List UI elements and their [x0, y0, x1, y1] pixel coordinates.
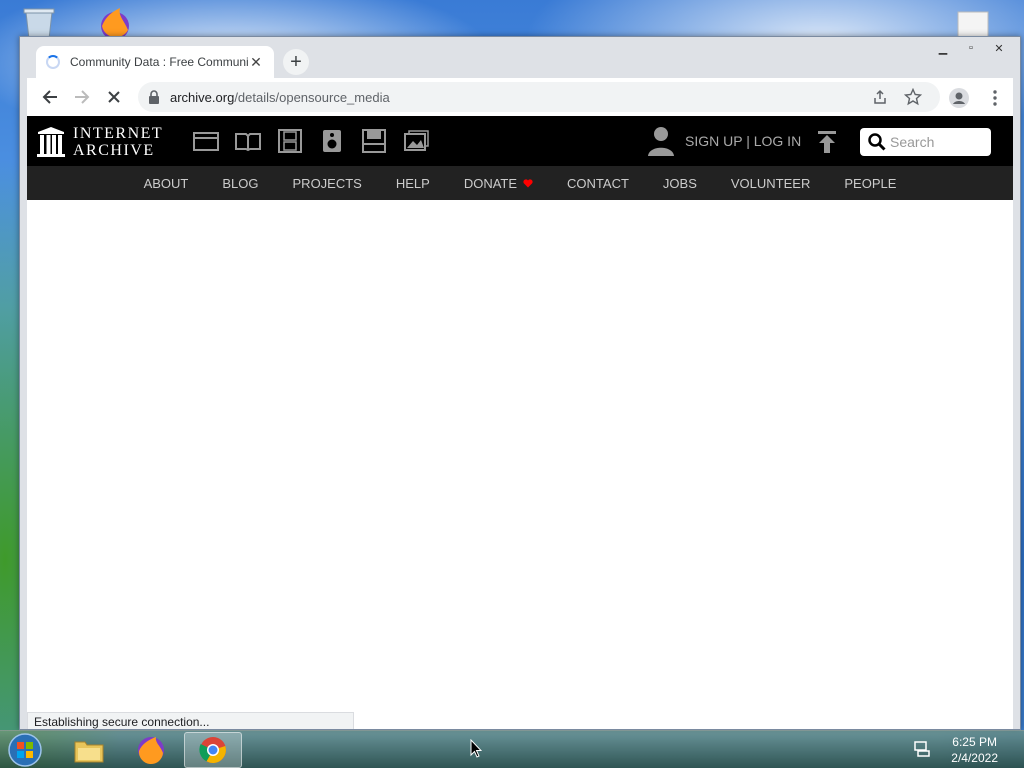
status-bubble: Establishing secure connection...: [27, 712, 354, 729]
ia-building-icon: [37, 127, 65, 157]
taskbar-firefox[interactable]: [122, 732, 180, 768]
window-controls: ▁ ▫ ✕: [930, 39, 1012, 57]
ia-header: INTERNET ARCHIVE SIGN UP | LOG IN Search: [27, 116, 1013, 166]
network-icon[interactable]: [913, 740, 931, 758]
clock-time: 6:25 PM: [952, 735, 997, 749]
tab-close-icon[interactable]: ✕: [248, 54, 264, 71]
nav-people[interactable]: PEOPLE: [827, 176, 913, 191]
back-arrow-icon: [42, 90, 57, 104]
back-button[interactable]: [34, 81, 66, 113]
stop-x-icon: [108, 91, 120, 103]
browser-window: ▁ ▫ ✕ Community Data : Free Community ✕ …: [19, 36, 1021, 730]
forward-button[interactable]: [66, 81, 98, 113]
logo-line2: ARCHIVE: [73, 142, 155, 159]
nav-donate-label: DONATE: [463, 175, 518, 191]
toolbar-right: [943, 82, 1013, 114]
texts-icon[interactable]: [235, 128, 261, 154]
audio-icon[interactable]: [319, 128, 345, 154]
nav-projects[interactable]: PROJECTS: [276, 176, 379, 191]
bookmark-star-icon[interactable]: [904, 88, 922, 106]
nav-help[interactable]: HELP: [379, 176, 447, 191]
url-path: /details/opensource_media: [234, 89, 390, 105]
taskbar-chrome[interactable]: [184, 732, 242, 768]
taskbar: 6:25 PM 2/4/2022: [0, 730, 1024, 768]
images-icon[interactable]: [403, 128, 429, 154]
new-tab-button[interactable]: +: [283, 49, 309, 75]
profile-icon: [949, 88, 969, 108]
heart-icon: [523, 178, 533, 187]
software-icon[interactable]: [361, 128, 387, 154]
mouse-cursor-icon: [470, 739, 482, 758]
loading-spinner-icon: [46, 55, 60, 69]
profile-button[interactable]: [943, 82, 975, 114]
user-icon[interactable]: [646, 125, 676, 157]
ia-nav-bar: ABOUT BLOG PROJECTS HELP DONATE CONTACT …: [27, 166, 1013, 200]
chrome-icon: [199, 737, 226, 764]
lock-icon: [149, 90, 159, 104]
tab-title: Community Data : Free Community: [70, 55, 248, 69]
clock-date: 2/4/2022: [951, 751, 998, 765]
search-placeholder: Search: [890, 134, 935, 150]
windows-start-icon: [8, 733, 42, 767]
logo-line1: INTERNET: [73, 125, 164, 142]
video-icon[interactable]: [277, 128, 303, 154]
restore-button[interactable]: ▫: [958, 39, 984, 57]
folder-icon: [74, 741, 104, 763]
kebab-menu-icon: [993, 90, 997, 106]
nav-contact[interactable]: CONTACT: [550, 176, 646, 191]
browser-toolbar: archive.org/details/opensource_media: [27, 78, 1013, 116]
system-clock[interactable]: 6:25 PM 2/4/2022: [951, 734, 998, 766]
search-icon: [868, 133, 886, 151]
web-icon[interactable]: [193, 128, 219, 154]
menu-button[interactable]: [979, 82, 1011, 114]
start-button[interactable]: [6, 733, 46, 767]
page-content: INTERNET ARCHIVE SIGN UP | LOG IN Search: [27, 116, 1013, 729]
address-bar[interactable]: archive.org/details/opensource_media: [138, 82, 940, 112]
share-icon[interactable]: [872, 89, 888, 105]
minimize-button[interactable]: ▁: [930, 39, 956, 57]
firefox-icon: [138, 737, 164, 765]
forward-arrow-icon: [75, 90, 90, 104]
ia-search-box[interactable]: Search: [860, 128, 991, 156]
taskbar-explorer[interactable]: [60, 732, 118, 768]
media-icons: [193, 128, 429, 154]
browser-tab[interactable]: Community Data : Free Community ✕: [36, 46, 274, 78]
upload-icon[interactable]: [816, 130, 838, 154]
nav-jobs[interactable]: JOBS: [646, 176, 714, 191]
url-host: archive.org: [170, 89, 235, 105]
close-window-button[interactable]: ✕: [986, 39, 1012, 57]
signin-link[interactable]: SIGN UP | LOG IN: [685, 133, 801, 149]
ia-logo[interactable]: INTERNET ARCHIVE: [37, 125, 163, 159]
stop-button[interactable]: [98, 81, 130, 113]
nav-about[interactable]: ABOUT: [127, 176, 206, 191]
nav-donate[interactable]: DONATE: [447, 176, 550, 191]
nav-blog[interactable]: BLOG: [205, 176, 275, 191]
nav-volunteer[interactable]: VOLUNTEER: [714, 176, 827, 191]
